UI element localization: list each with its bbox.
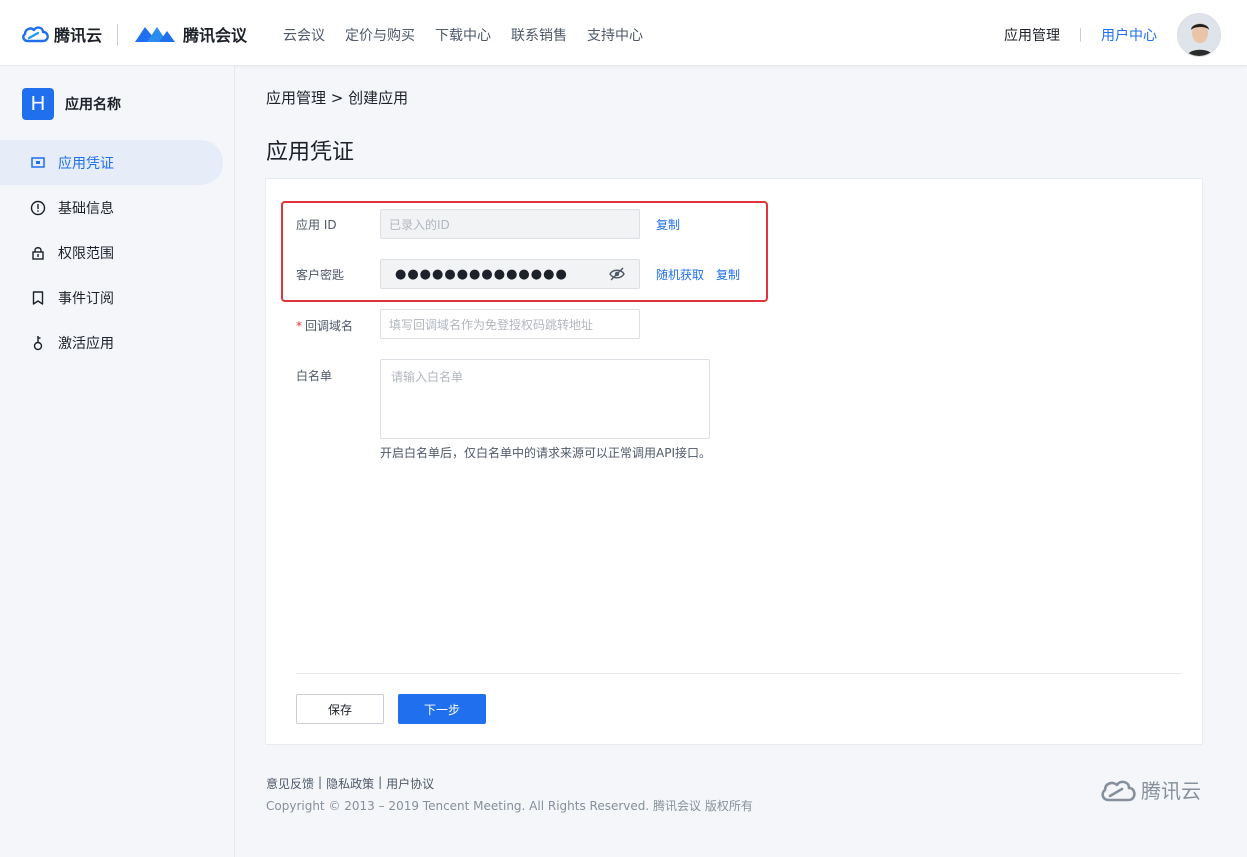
sidebar-item-label: 权限范围: [58, 245, 114, 262]
footer-link-terms[interactable]: 用户协议: [386, 775, 434, 792]
top-header: 腾讯云 腾讯会议 云会议 定价与购买 下载中心 联系销售 支持中心 应用管理 用…: [0, 0, 1247, 66]
sidebar-item-label: 事件订阅: [58, 290, 114, 307]
sidebar-item-credentials[interactable]: 应用凭证: [0, 140, 223, 185]
footer-logo-text: 腾讯云: [1141, 779, 1201, 803]
callback-domain-placeholder: 填写回调域名作为免登授权码跳转地址: [389, 317, 594, 332]
save-button[interactable]: 保存: [296, 694, 384, 724]
sidebar-menu: 应用凭证 基础信息 权限范围 事件订阅 激活应用: [0, 140, 223, 365]
sidebar-item-basic-info[interactable]: 基础信息: [0, 185, 223, 230]
app-id-placeholder: 已录入的ID: [389, 217, 450, 232]
random-secret-button[interactable]: 随机获取: [656, 266, 704, 283]
next-step-button[interactable]: 下一步: [398, 694, 486, 724]
info-icon: [30, 200, 46, 216]
sidebar-item-label: 基础信息: [58, 200, 114, 217]
page-title: 应用凭证: [266, 140, 355, 165]
tencent-meeting-logo-text: 腾讯会议: [183, 26, 248, 45]
nav-item-support[interactable]: 支持中心: [587, 25, 643, 45]
app-badge: H: [22, 88, 54, 120]
footer-link-feedback[interactable]: 意见反馈: [266, 775, 314, 792]
lock-icon: [30, 245, 46, 261]
header-right: 应用管理 用户中心: [1004, 13, 1221, 57]
nav-item-download[interactable]: 下载中心: [435, 25, 491, 45]
credential-icon: [30, 155, 46, 171]
cloud-logo-icon: [22, 26, 49, 43]
whitelist-textarea[interactable]: 请输入白名单: [380, 359, 710, 439]
sidebar: H 应用名称 应用凭证 基础信息 权限范围 事件订阅 激活应用: [0, 66, 235, 857]
meeting-logo-icon: [135, 27, 175, 42]
tencent-cloud-logo[interactable]: 腾讯云: [20, 22, 102, 46]
footer-link-separator: |: [318, 775, 323, 789]
required-marker: *: [296, 319, 302, 333]
top-nav: 云会议 定价与购买 下载中心 联系销售 支持中心: [283, 25, 643, 45]
whitelist-label: 白名单: [296, 369, 333, 383]
nav-item-pricing[interactable]: 定价与购买: [345, 25, 415, 45]
client-secret-label: 客户密匙: [296, 268, 345, 282]
nav-item-cloud-meeting[interactable]: 云会议: [283, 25, 325, 45]
avatar[interactable]: [1177, 13, 1221, 57]
copy-app-id-button[interactable]: 复制: [656, 216, 680, 233]
whitelist-hint: 开启白名单后，仅白名单中的请求来源可以正常调用API接口。: [380, 446, 711, 460]
avatar-person-icon: [1178, 14, 1220, 56]
app-name: 应用名称: [65, 97, 121, 113]
callback-domain-label: * 回调域名: [296, 317, 353, 334]
breadcrumb[interactable]: 应用管理 > 创建应用: [266, 87, 408, 108]
footer-link-separator: |: [378, 775, 383, 789]
logo-divider: [117, 24, 118, 46]
sidebar-item-permissions[interactable]: 权限范围: [0, 230, 223, 275]
callback-domain-input[interactable]: 填写回调域名作为免登授权码跳转地址: [380, 309, 640, 339]
sidebar-item-label: 激活应用: [58, 335, 114, 352]
footer-links: 意见反馈 | 隐私政策 | 用户协议: [266, 775, 434, 792]
app-id-label: 应用 ID: [296, 218, 337, 232]
sidebar-item-activate-app[interactable]: 激活应用: [0, 320, 223, 365]
callback-domain-label-text: 回调域名: [305, 319, 354, 333]
header-separator: [1080, 28, 1081, 42]
app-header: H 应用名称: [22, 88, 121, 120]
form-divider: [296, 673, 1182, 674]
footer-logo: 腾讯云: [1099, 775, 1201, 804]
footer-cloud-logo-icon: [1101, 780, 1136, 801]
sidebar-item-label: 应用凭证: [58, 155, 114, 172]
eye-hidden-icon[interactable]: [609, 267, 625, 284]
footer-copyright: Copyright © 2013 – 2019 Tencent Meeting.…: [266, 799, 753, 813]
footer-link-privacy[interactable]: 隐私政策: [326, 775, 374, 792]
app-management-link[interactable]: 应用管理: [1004, 25, 1060, 45]
client-secret-value: ●●●●●●●●●●●●●●: [395, 266, 568, 282]
sidebar-item-event-subscription[interactable]: 事件订阅: [0, 275, 223, 320]
whitelist-placeholder: 请输入白名单: [391, 370, 464, 384]
client-secret-field[interactable]: ●●●●●●●●●●●●●●: [380, 259, 640, 289]
key-icon: [30, 335, 46, 351]
tencent-meeting-logo[interactable]: 腾讯会议: [133, 22, 247, 46]
user-center-link[interactable]: 用户中心: [1101, 25, 1157, 45]
copy-secret-button[interactable]: 复制: [716, 266, 740, 283]
bookmark-icon: [30, 290, 46, 306]
nav-item-contact-sales[interactable]: 联系销售: [511, 25, 567, 45]
tencent-cloud-logo-text: 腾讯云: [54, 26, 103, 45]
app-id-field[interactable]: 已录入的ID: [380, 209, 640, 239]
